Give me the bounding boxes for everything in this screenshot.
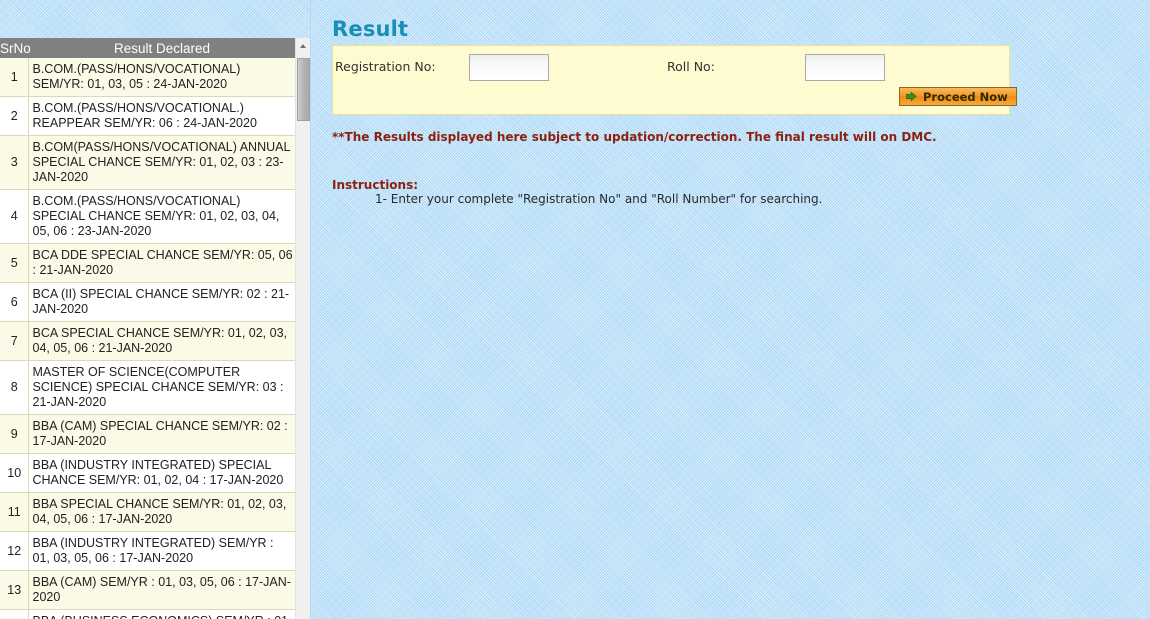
table-row[interactable]: 8 MASTER OF SCIENCE(COMPUTER SCIENCE) SPE… [0, 360, 296, 415]
scrollbar-thumb[interactable] [297, 58, 310, 121]
result-declared-scroll-area[interactable]: SrNo Result Declared 1 B.COM.(PASS/HONS/V… [0, 38, 310, 619]
row-srno: 14 [0, 609, 29, 619]
table-row[interactable]: 10 BBA (INDUSTRY INTEGRATED) SPECIAL CHAN… [0, 453, 296, 493]
table-row[interactable]: 3 B.COM(PASS/HONS/VOCATIONAL) ANNUAL SPEC… [0, 135, 296, 190]
table-header-row: SrNo Result Declared [0, 38, 296, 58]
row-srno: 7 [0, 321, 29, 361]
registration-no-label: Registration No: [335, 59, 436, 74]
proceed-now-label: Proceed Now [923, 89, 1008, 104]
table-header: SrNo Result Declared [0, 38, 296, 58]
registration-no-input[interactable] [469, 54, 549, 81]
row-result-declared: BCA DDE SPECIAL CHANCE SEM/YR: 05, 06 : … [28, 243, 296, 283]
table-row[interactable]: 14BBA (BUSINESS ECONOMICS) SEM/YR : 01, … [0, 609, 296, 619]
row-srno: 3 [0, 135, 29, 190]
table-row[interactable]: 2 B.COM.(PASS/HONS/VOCATIONAL.) REAPPEAR … [0, 96, 296, 136]
page-root: SrNo Result Declared 1 B.COM.(PASS/HONS/V… [0, 0, 1150, 619]
scroll-up-arrow-icon[interactable] [296, 38, 310, 53]
list-scrollbar[interactable] [295, 38, 310, 619]
page-title: Result [332, 17, 409, 41]
row-srno: 9 [0, 414, 29, 454]
table-row[interactable]: 5 BCA DDE SPECIAL CHANCE SEM/YR: 05, 06 :… [0, 243, 296, 283]
row-srno: 10 [0, 453, 29, 493]
column-header-result-declared: Result Declared [28, 38, 296, 58]
table-row[interactable]: 11 BBA SPECIAL CHANCE SEM/YR: 01, 02, 03,… [0, 492, 296, 532]
row-srno: 1 [0, 58, 29, 97]
row-result-declared: B.COM.(PASS/HONS/VOCATIONAL) SPECIAL CHA… [28, 189, 296, 244]
result-search-form: Registration No: Roll No: Proceed Now [332, 45, 1017, 115]
row-result-declared: BBA SPECIAL CHANCE SEM/YR: 01, 02, 03, 0… [28, 492, 296, 532]
instructions-heading: Instructions: [332, 178, 419, 192]
table-row[interactable]: 12 BBA (INDUSTRY INTEGRATED) SEM/YR : 01,… [0, 531, 296, 571]
right-arrow-icon [906, 91, 917, 102]
table-row[interactable]: 6 BCA (II) SPECIAL CHANCE SEM/YR: 02 : 21… [0, 282, 296, 322]
row-srno: 13 [0, 570, 29, 610]
main-content: Result Registration No: Roll No: Proceed… [332, 0, 1150, 619]
instruction-item: 1- Enter your complete "Registration No"… [375, 192, 823, 206]
row-srno: 8 [0, 360, 29, 415]
row-result-declared: B.COM.(PASS/HONS/VOCATIONAL) SEM/YR: 01,… [28, 58, 296, 97]
row-result-declared: BCA SPECIAL CHANCE SEM/YR: 01, 02, 03, 0… [28, 321, 296, 361]
table-row[interactable]: 1 B.COM.(PASS/HONS/VOCATIONAL) SEM/YR: 01… [0, 58, 296, 97]
proceed-now-button[interactable]: Proceed Now [899, 87, 1017, 106]
row-srno: 5 [0, 243, 29, 283]
panel-top-spacer [0, 0, 310, 38]
table-row[interactable]: 9 BBA (CAM) SPECIAL CHANCE SEM/YR: 02 : 1… [0, 414, 296, 454]
row-srno: 12 [0, 531, 29, 571]
row-result-declared: BBA (INDUSTRY INTEGRATED) SEM/YR : 01, 0… [28, 531, 296, 571]
row-result-declared: BBA (INDUSTRY INTEGRATED) SPECIAL CHANCE… [28, 453, 296, 493]
table-row[interactable]: 4 B.COM.(PASS/HONS/VOCATIONAL) SPECIAL CH… [0, 189, 296, 244]
column-header-srno: SrNo [0, 38, 31, 58]
row-srno: 4 [0, 189, 29, 244]
table-row[interactable]: 13 BBA (CAM) SEM/YR : 01, 03, 05, 06 : 17… [0, 570, 296, 610]
row-srno: 2 [0, 96, 29, 136]
row-result-declared: B.COM.(PASS/HONS/VOCATIONAL.) REAPPEAR S… [28, 96, 296, 136]
result-declared-table: SrNo Result Declared 1 B.COM.(PASS/HONS/V… [0, 38, 296, 619]
row-result-declared: BBA (CAM) SEM/YR : 01, 03, 05, 06 : 17-J… [28, 570, 296, 610]
row-result-declared: BBA (BUSINESS ECONOMICS) SEM/YR : 01, 03… [28, 609, 296, 619]
roll-no-label: Roll No: [667, 59, 715, 74]
row-srno: 6 [0, 282, 29, 322]
roll-no-input[interactable] [805, 54, 885, 81]
result-declared-panel: SrNo Result Declared 1 B.COM.(PASS/HONS/V… [0, 0, 311, 619]
table-body: 1 B.COM.(PASS/HONS/VOCATIONAL) SEM/YR: 01… [0, 58, 296, 619]
row-result-declared: B.COM(PASS/HONS/VOCATIONAL) ANNUAL SPECI… [28, 135, 296, 190]
row-result-declared: BCA (II) SPECIAL CHANCE SEM/YR: 02 : 21-… [28, 282, 296, 322]
row-result-declared: BBA (CAM) SPECIAL CHANCE SEM/YR: 02 : 17… [28, 414, 296, 454]
table-row[interactable]: 7 BCA SPECIAL CHANCE SEM/YR: 01, 02, 03, … [0, 321, 296, 361]
row-result-declared: MASTER OF SCIENCE(COMPUTER SCIENCE) SPEC… [28, 360, 296, 415]
row-srno: 11 [0, 492, 29, 532]
results-notice-text: **The Results displayed here subject to … [332, 130, 937, 144]
